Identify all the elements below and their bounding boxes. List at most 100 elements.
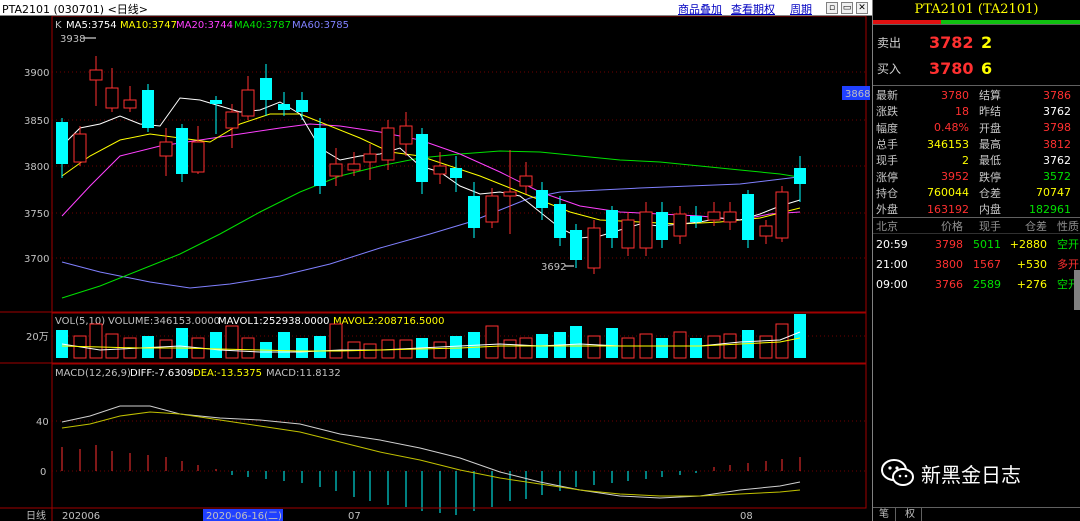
tick-price: 3798 xyxy=(935,237,963,251)
volume-bar xyxy=(450,336,462,358)
volume-bar xyxy=(656,338,668,358)
bid-qty: 6 xyxy=(981,58,993,78)
tick-row: 09:00 3766 2589 +276 空开 xyxy=(873,274,1080,294)
candle-body xyxy=(554,204,566,238)
candle-body xyxy=(73,133,87,163)
volume-bar xyxy=(570,326,582,358)
ticks-header-price: 价格 xyxy=(941,219,963,233)
ma20-line xyxy=(61,123,801,221)
macd-dea: DEA:-13.5375 xyxy=(193,368,262,379)
dea-line xyxy=(61,411,801,497)
tab-rights[interactable]: 权 xyxy=(899,508,922,521)
bid-row: 买入 3780 6 xyxy=(873,55,1080,81)
candle-body xyxy=(656,212,668,240)
candle-body xyxy=(399,125,413,145)
low-marker: 3692 xyxy=(541,262,566,273)
candle-body xyxy=(503,191,517,197)
y-tick-3750: 3750 xyxy=(24,209,49,220)
candle-body xyxy=(278,104,290,110)
watermark-text: 新黑金日志 xyxy=(921,462,1021,487)
kline-prefix: K xyxy=(55,20,62,31)
stat-value: 346153 xyxy=(927,137,969,151)
volume-bar xyxy=(296,338,308,358)
stat-value: 3762 xyxy=(1043,153,1071,167)
restore-icon[interactable]: ▫ xyxy=(826,2,838,14)
minimize-icon[interactable]: ▭ xyxy=(841,2,853,14)
tick-time: 09:00 xyxy=(876,277,908,291)
candle-body xyxy=(314,128,326,186)
candle-body xyxy=(105,87,119,109)
stat-key: 内盘 xyxy=(979,203,1001,217)
kline-chart[interactable]: K MA5:3754 MA10:3747 MA20:3744 MA40:3787… xyxy=(0,16,872,521)
view-options-link[interactable]: 查看期权 xyxy=(731,1,775,17)
tick-price: 3766 xyxy=(935,277,963,291)
stat-key: 昨结 xyxy=(979,105,1001,119)
ma60-line xyxy=(61,175,806,289)
price-panel-frame xyxy=(51,16,867,313)
crosshair-date: 2020-06-16(二) xyxy=(206,511,282,521)
ticks-header-oi: 仓差 xyxy=(1025,219,1047,233)
tick-row: 21:00 3800 1567 +530 多开 xyxy=(873,254,1080,274)
overlay-commodity-link[interactable]: 商品叠加 xyxy=(678,1,722,17)
period-link[interactable]: 周期 xyxy=(790,1,812,17)
volume-bar xyxy=(621,337,635,359)
x-label-08: 08 xyxy=(740,511,753,521)
stat-value: 3780 xyxy=(941,88,969,102)
macd-panel-frame xyxy=(51,363,867,509)
diff-line xyxy=(61,405,801,499)
candle-body xyxy=(241,89,255,117)
stat-key: 持仓 xyxy=(876,186,898,200)
volume-bar xyxy=(314,336,326,358)
tick-nature: 空开 xyxy=(1057,238,1079,252)
macd-y-tick-40: 40 xyxy=(36,417,49,428)
stat-value: 70747 xyxy=(1036,186,1071,200)
ma5-line xyxy=(61,97,801,239)
x-label-07: 07 xyxy=(348,511,361,521)
candle-body xyxy=(536,190,548,208)
last-price-tag-text: 3868 xyxy=(845,89,870,100)
stat-value: 3952 xyxy=(941,170,969,184)
candle-body xyxy=(723,211,737,223)
volume-bar xyxy=(225,325,239,359)
ma5-label: MA5:3754 xyxy=(66,20,117,31)
stat-key: 现手 xyxy=(876,154,898,168)
stat-row: 涨停 3952 跌停 3572 xyxy=(873,168,1080,184)
candle-body xyxy=(519,175,533,187)
candle-body xyxy=(673,213,687,237)
tick-oi: +530 xyxy=(1016,257,1047,271)
candle-body xyxy=(450,168,462,178)
ask-price: 3782 xyxy=(929,32,974,52)
macd-value: MACD:11.8132 xyxy=(266,368,341,379)
volume-bar xyxy=(176,328,188,358)
candle-body xyxy=(347,163,361,171)
volume-bar xyxy=(210,332,222,358)
tick-row: 20:59 3798 5011 +2880 空开 xyxy=(873,234,1080,254)
ticks-header-time: 北京 xyxy=(876,219,898,233)
stat-key: 最新 xyxy=(876,89,898,103)
volume-bar xyxy=(690,338,702,358)
candle-body xyxy=(260,78,272,100)
ask-row: 卖出 3782 2 xyxy=(873,29,1080,55)
ticks-scrollbar[interactable] xyxy=(1074,270,1080,310)
candle-body xyxy=(621,219,635,249)
volume-bar xyxy=(723,333,737,359)
stat-value: 163192 xyxy=(927,202,969,216)
ticks-header-qty: 现手 xyxy=(979,219,1001,233)
candle-body xyxy=(794,168,806,184)
close-icon[interactable]: ✕ xyxy=(856,2,868,14)
tick-time: 20:59 xyxy=(876,237,908,251)
tab-ticks[interactable]: 笔 xyxy=(873,508,896,521)
macd-label: MACD(12,26,9) xyxy=(55,368,131,379)
stat-row: 幅度 0.48% 开盘 3798 xyxy=(873,120,1080,136)
symbol-title: PTA2101 (030701) <日线> xyxy=(2,3,149,16)
volume-bar xyxy=(606,328,618,358)
stat-row: 总手 346153 最高 3812 xyxy=(873,136,1080,152)
bottom-tabs: 笔 权 xyxy=(873,507,1080,521)
volume-bar xyxy=(707,335,721,359)
stat-key: 结算 xyxy=(979,89,1001,103)
candle-body xyxy=(381,127,395,161)
ma40-label: MA40:3787 xyxy=(234,20,291,31)
macd-diff: DIFF:-7.6309 xyxy=(130,368,193,379)
volume-bar xyxy=(278,332,290,358)
candle-body xyxy=(56,122,68,164)
